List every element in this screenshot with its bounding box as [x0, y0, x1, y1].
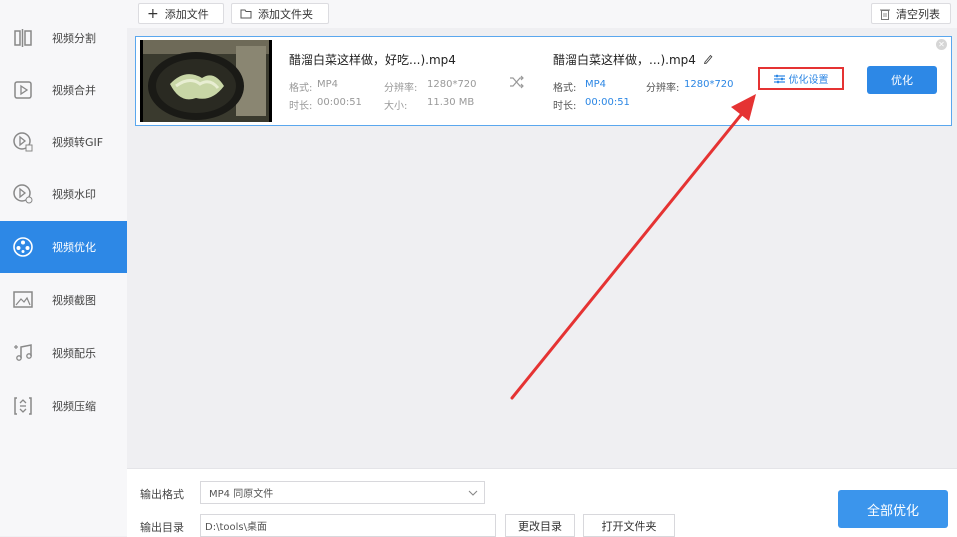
output-format-value: MP4 同原文件 — [209, 489, 274, 500]
remove-file-icon[interactable]: ✕ — [936, 39, 947, 50]
source-format-value: MP4 — [317, 79, 339, 90]
source-format-label: 格式: — [289, 83, 313, 94]
folder-icon — [240, 9, 252, 18]
sidebar-item-watermark[interactable]: 视频水印 — [0, 168, 127, 220]
compress-icon — [14, 397, 32, 415]
screenshot-icon — [13, 291, 33, 308]
clear-list-label: 清空列表 — [896, 7, 940, 21]
sidebar: 视频分割 视频合并 视频转GIF 视频水印 视频优化 视频截图 视频配乐 视频压… — [0, 0, 128, 536]
sidebar-item-music[interactable]: 视频配乐 — [0, 327, 127, 379]
output-dir-label: 输出目录 — [140, 521, 184, 534]
sidebar-item-label: 视频水印 — [52, 188, 96, 201]
output-format-select[interactable]: MP4 同原文件 — [200, 481, 485, 504]
output-resolution-label: 分辨率: — [646, 83, 680, 94]
add-folder-button[interactable]: 添加文件夹 — [231, 3, 329, 24]
clear-list-button[interactable]: 清空列表 — [871, 3, 951, 24]
output-duration-value: 00:00:51 — [585, 97, 630, 108]
sidebar-item-label: 视频截图 — [52, 294, 96, 307]
output-format-label: 输出格式 — [140, 488, 184, 501]
chevron-down-icon — [468, 490, 478, 496]
edit-icon[interactable] — [703, 53, 713, 65]
file-list-area: 醋溜白菜这样做，好吃...).mp4 格式: MP4 分辨率: 1280*720… — [127, 28, 957, 468]
sidebar-item-split[interactable]: 视频分割 — [0, 12, 127, 64]
output-resolution-value: 1280*720 — [684, 79, 734, 90]
split-icon — [14, 29, 32, 47]
output-dir-input[interactable]: D:\tools\桌面 — [200, 514, 496, 537]
optimize-all-button[interactable]: 全部优化 — [838, 490, 948, 528]
output-file-name-text: 醋溜白菜这样做，...).mp4 — [553, 53, 696, 67]
sidebar-item-label: 视频合并 — [52, 84, 96, 97]
open-folder-button[interactable]: 打开文件夹 — [583, 514, 675, 537]
sidebar-item-label: 视频优化 — [52, 241, 96, 254]
optimize-settings-button[interactable]: 优化设置 — [758, 67, 844, 90]
toolbar: + 添加文件 添加文件夹 清空列表 — [127, 0, 957, 28]
watermark-icon — [13, 184, 33, 204]
source-resolution-value: 1280*720 — [427, 79, 477, 90]
source-duration-label: 时长: — [289, 101, 313, 112]
add-file-button[interactable]: + 添加文件 — [138, 3, 224, 24]
change-dir-button[interactable]: 更改目录 — [505, 514, 575, 537]
music-icon — [14, 344, 32, 361]
optimize-icon — [13, 237, 33, 257]
trash-icon — [880, 9, 890, 20]
source-size-label: 大小: — [384, 101, 408, 112]
sidebar-item-compress[interactable]: 视频压缩 — [0, 380, 127, 432]
optimize-settings-label: 优化设置 — [788, 75, 829, 86]
merge-icon — [14, 81, 32, 99]
output-file-name[interactable]: 醋溜白菜这样做，...).mp4 — [553, 51, 713, 68]
optimize-button[interactable]: 优化 — [867, 66, 937, 94]
sidebar-item-merge[interactable]: 视频合并 — [0, 64, 127, 116]
sidebar-item-label: 视频分割 — [52, 32, 96, 45]
sidebar-item-gif[interactable]: 视频转GIF — [0, 116, 127, 168]
video-thumbnail[interactable] — [140, 40, 272, 122]
video-thumbnail-image — [140, 40, 272, 122]
sidebar-item-label: 视频转GIF — [52, 136, 104, 149]
source-resolution-label: 分辨率: — [384, 83, 418, 94]
shuffle-icon — [510, 75, 524, 89]
add-folder-label: 添加文件夹 — [258, 7, 313, 21]
output-duration-label: 时长: — [553, 101, 577, 112]
source-size-value: 11.30 MB — [427, 97, 475, 108]
output-format-label: 格式: — [553, 83, 577, 94]
sidebar-item-optimize[interactable]: 视频优化 — [0, 221, 127, 273]
file-card[interactable]: 醋溜白菜这样做，好吃...).mp4 格式: MP4 分辨率: 1280*720… — [135, 36, 952, 126]
source-file-name: 醋溜白菜这样做，好吃...).mp4 — [289, 53, 456, 67]
add-file-label: 添加文件 — [164, 7, 209, 21]
output-settings-bar: 输出格式 MP4 同原文件 输出目录 D:\tools\桌面 更改目录 打开文件… — [127, 468, 957, 537]
plus-icon: + — [147, 5, 159, 22]
sliders-icon — [773, 74, 785, 83]
sidebar-item-screenshot[interactable]: 视频截图 — [0, 274, 127, 326]
gif-icon — [13, 132, 33, 152]
output-format-value: MP4 — [585, 79, 607, 90]
sidebar-item-label: 视频配乐 — [52, 347, 96, 360]
sidebar-item-label: 视频压缩 — [52, 400, 96, 413]
source-duration-value: 00:00:51 — [317, 97, 362, 108]
